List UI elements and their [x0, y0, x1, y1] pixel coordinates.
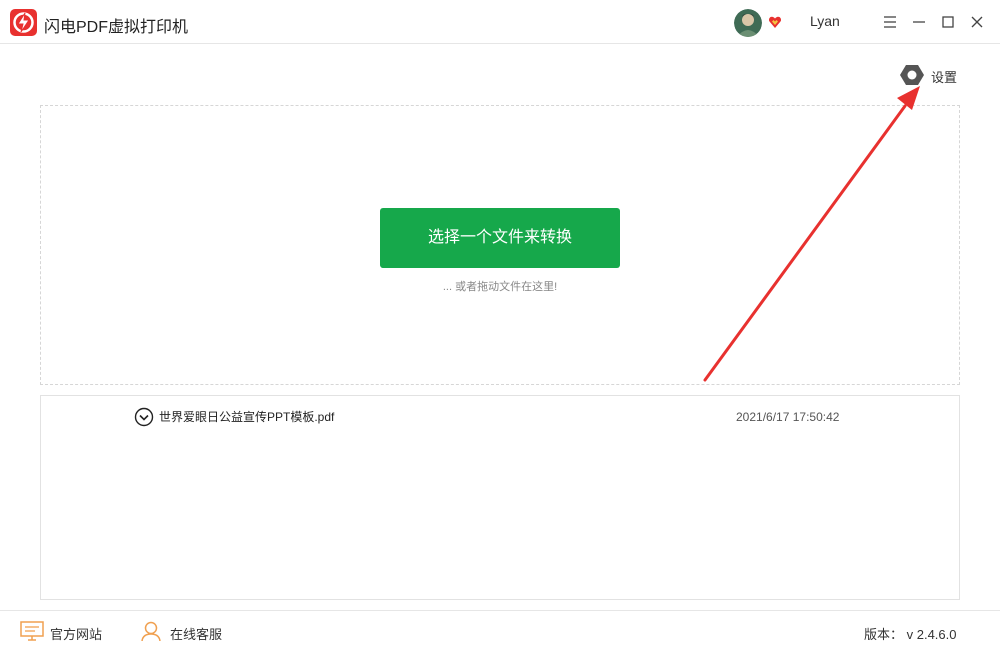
settings-button[interactable]: 设置 — [900, 64, 957, 86]
file-name: 世界爱眼日公益宣传PPT模板.pdf — [159, 410, 335, 424]
select-file-button[interactable]: 选择一个文件来转换 — [380, 208, 620, 268]
avatar[interactable] — [734, 9, 762, 37]
app-title: 闪电PDF虚拟打印机 — [44, 19, 189, 36]
drop-hint: ... 或者拖动文件在这里! — [442, 281, 558, 293]
chevron-down-circle-icon[interactable] — [134, 407, 154, 427]
monitor-icon — [20, 621, 44, 641]
gear-icon — [900, 65, 924, 85]
minimize-icon[interactable] — [909, 12, 929, 32]
menu-icon[interactable] — [880, 12, 900, 32]
title-bar: 闪电PDF虚拟打印机 Lyan — [0, 0, 1000, 44]
file-timestamp: 2021/6/17 17:50:42 — [736, 410, 840, 424]
online-support-label: 在线客服 — [170, 627, 223, 642]
footer: 官方网站 在线客服 版本： v 2.4.6.0 — [0, 610, 1000, 650]
close-icon[interactable] — [967, 12, 987, 32]
official-website-label: 官方网站 — [50, 627, 103, 642]
vip-heart-icon[interactable] — [768, 15, 782, 29]
support-agent-icon — [141, 621, 161, 641]
version-label: 版本： v 2.4.6.0 — [864, 627, 957, 642]
settings-label: 设置 — [931, 70, 958, 85]
file-row[interactable]: 世界爱眼日公益宣传PPT模板.pdf 2021/6/17 17:50:42 — [41, 396, 959, 436]
file-list: 世界爱眼日公益宣传PPT模板.pdf 2021/6/17 17:50:42 — [40, 395, 960, 600]
app-logo-icon — [10, 9, 37, 36]
maximize-icon[interactable] — [938, 12, 958, 32]
username[interactable]: Lyan — [810, 13, 840, 29]
